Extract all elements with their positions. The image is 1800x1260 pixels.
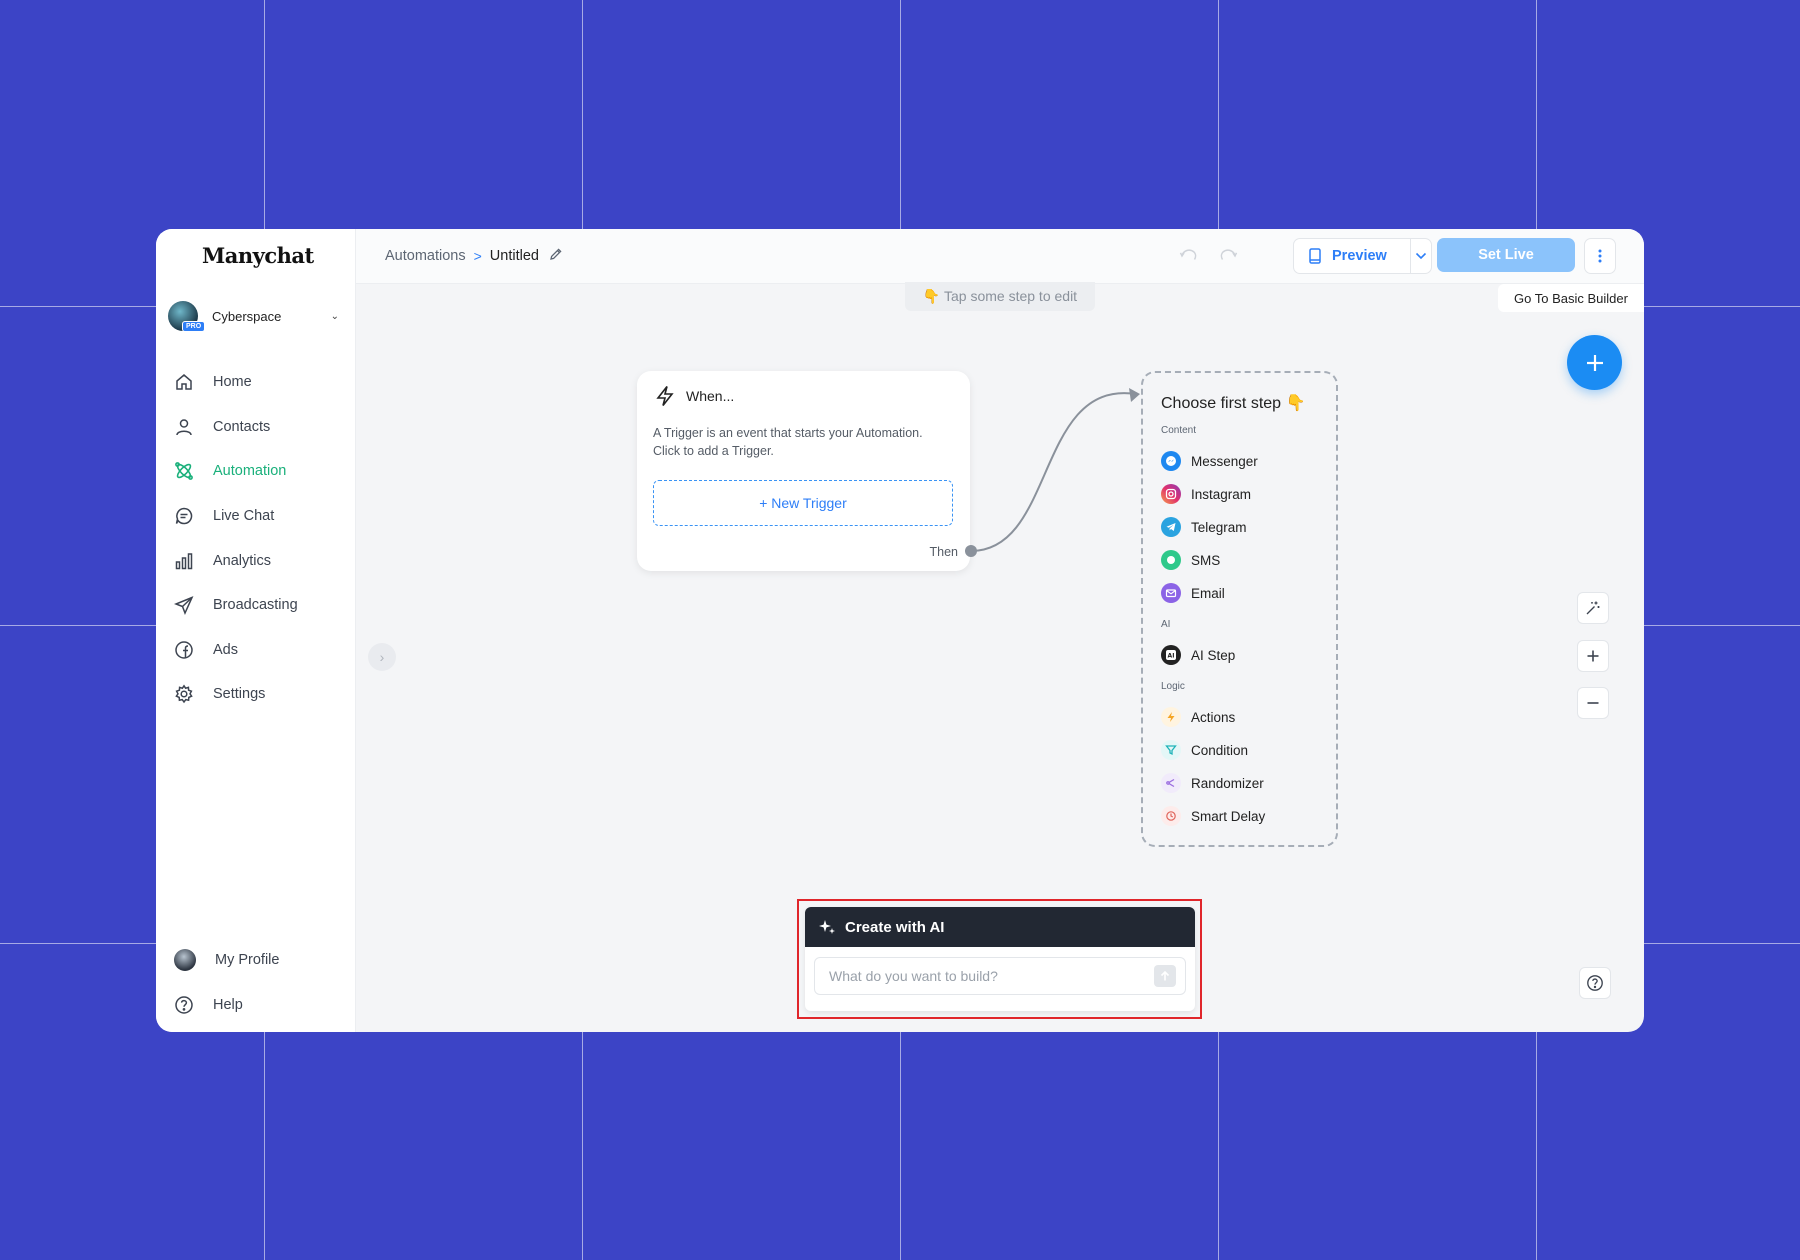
step-option-smart-delay[interactable]: Smart Delay (1161, 804, 1321, 828)
lightning-icon (1161, 707, 1181, 727)
section-label-logic: Logic (1161, 681, 1185, 692)
step-option-label: Actions (1191, 709, 1236, 725)
then-label: Then (929, 545, 959, 559)
step-option-label: Smart Delay (1191, 808, 1266, 824)
step-option-telegram[interactable]: Telegram (1161, 515, 1321, 539)
trigger-card-header: When... (654, 385, 734, 407)
instagram-icon (1161, 484, 1181, 504)
step-option-label: Messenger (1191, 453, 1258, 469)
section-label-ai: AI (1161, 619, 1171, 630)
ai-step-icon: AI (1161, 645, 1181, 665)
then-output-handle[interactable] (965, 545, 977, 557)
ai-panel-header: Create with AI (805, 907, 1195, 947)
section-label-content: Content (1161, 425, 1197, 436)
step-option-messenger[interactable]: Messenger (1161, 449, 1321, 473)
minus-icon (1587, 702, 1599, 704)
filter-icon (1161, 740, 1181, 760)
messenger-icon (1161, 451, 1181, 471)
step-option-instagram[interactable]: Instagram (1161, 482, 1321, 506)
step-option-label: Randomizer (1191, 775, 1264, 791)
first-step-title: Choose first step 👇 (1161, 395, 1306, 412)
step-option-label: Condition (1191, 742, 1249, 758)
ai-send-button[interactable] (1154, 965, 1176, 987)
step-option-randomizer[interactable]: Randomizer (1161, 771, 1321, 795)
step-option-label: SMS (1191, 552, 1221, 568)
plus-icon (1587, 650, 1599, 662)
step-option-condition[interactable]: Condition (1161, 738, 1321, 762)
lightning-icon (656, 386, 674, 406)
step-option-label: Telegram (1191, 519, 1247, 535)
trigger-card[interactable]: When... A Trigger is an event that start… (637, 371, 970, 571)
help-button[interactable] (1579, 967, 1611, 999)
create-with-ai-panel: Create with AI (805, 907, 1195, 1011)
clock-icon (1161, 806, 1181, 826)
help-icon (1587, 975, 1603, 991)
ai-prompt-input[interactable] (827, 967, 1154, 985)
zoom-out-button[interactable] (1577, 687, 1609, 719)
sms-icon (1161, 550, 1181, 570)
trigger-card-title: When... (686, 388, 735, 404)
ai-panel-title: Create with AI (845, 918, 945, 936)
sparkle-icon (819, 920, 835, 934)
new-trigger-button[interactable]: + New Trigger (653, 480, 953, 526)
step-option-label: AI Step (1191, 647, 1236, 663)
arrow-up-icon (1160, 970, 1170, 981)
step-option-ai-step[interactable]: AI AI Step (1161, 643, 1321, 667)
shuffle-icon (1161, 773, 1181, 793)
telegram-icon (1161, 517, 1181, 537)
step-option-actions[interactable]: Actions (1161, 705, 1321, 729)
ai-input-container (814, 957, 1186, 995)
trigger-card-description: A Trigger is an event that starts your A… (653, 426, 923, 458)
step-option-email[interactable]: Email (1161, 581, 1321, 605)
zoom-in-button[interactable] (1577, 640, 1609, 672)
email-icon (1161, 583, 1181, 603)
first-step-panel: Choose first step 👇 Content Messenger In… (1141, 371, 1338, 847)
magic-wand-icon (1586, 601, 1600, 615)
step-option-label: Instagram (1191, 486, 1252, 502)
step-option-label: Email (1191, 585, 1225, 601)
svg-text:AI: AI (1168, 653, 1175, 660)
magic-wand-button[interactable] (1577, 592, 1609, 624)
app-window: Manychat PRO Cyberspace ⌄ Home Contacts … (156, 229, 1644, 1032)
step-option-sms[interactable]: SMS (1161, 548, 1321, 572)
